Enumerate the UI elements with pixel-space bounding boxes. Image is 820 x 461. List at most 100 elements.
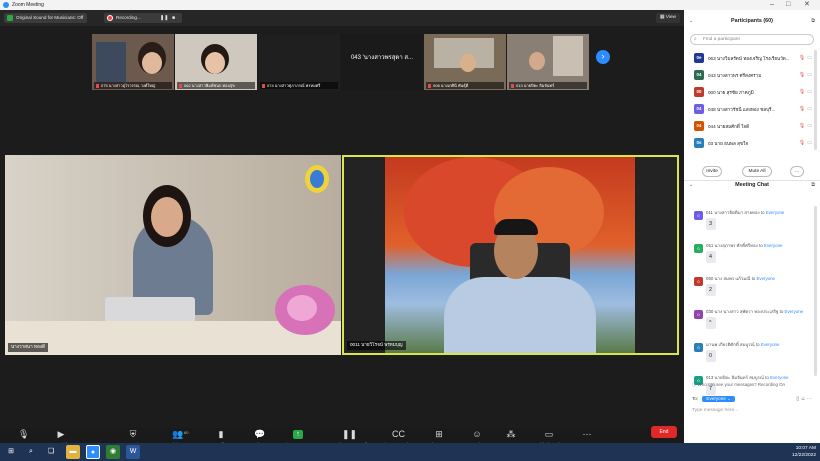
- pause-icon[interactable]: ❚❚: [160, 13, 168, 23]
- recording-indicator: Recording... ❚❚ ■: [104, 13, 182, 23]
- chat-message-list: 0 011 นางสาวจิตติมา สายทอง to Everyone 3…: [684, 206, 820, 404]
- next-page-arrow-icon[interactable]: ›: [596, 50, 610, 64]
- task-view-icon[interactable]: ❏: [44, 445, 58, 459]
- participant-list-scrollbar[interactable]: [814, 50, 817, 150]
- main-video-left: นางวาสนา ทองดี: [5, 155, 341, 355]
- muted-mic-icon: 🎙: [798, 55, 806, 61]
- search-placeholder: Find a participant: [703, 37, 740, 42]
- system-clock[interactable]: 10:07 AM 12/22/2022: [792, 445, 816, 459]
- windows-start-icon[interactable]: ⊞: [4, 445, 18, 459]
- participant-row[interactable]: 04 043 นางสาวพร ศรีสงคราม 🎙 ▭: [684, 67, 820, 84]
- muted-mic-icon: 🎙: [798, 106, 806, 112]
- more-icon[interactable]: ⋯: [807, 396, 812, 402]
- chat-sender: มานพ เกียรติศักดิ์ สมบูรณ์ to Everyone: [706, 342, 780, 347]
- original-sound-toggle[interactable]: Original Sound for Musicians: Off: [4, 13, 88, 23]
- popout-icon[interactable]: ⧉: [811, 14, 815, 28]
- participants-header: ⌄ Participants (60) ⧉: [684, 14, 820, 28]
- participant-search-input[interactable]: ⌕ Find a participant: [690, 34, 814, 45]
- main-video-right: 0011 นายวิโรจน์ พรหมบุญ: [342, 155, 679, 355]
- chat-recipient-row: To: Everyone ⌄: [692, 396, 735, 402]
- zoom-logo-icon: [3, 2, 9, 8]
- recording-label: Recording...: [116, 15, 141, 20]
- chat-input[interactable]: Type message here...: [692, 408, 738, 413]
- file-explorer-icon[interactable]: ▬: [66, 445, 80, 459]
- chat-body: 3: [706, 218, 716, 230]
- participant-name: 008 นางเกศินี พันธุ์ดี: [426, 82, 504, 89]
- shield-icon: ⛨: [129, 429, 137, 439]
- view-label: View: [665, 15, 676, 20]
- minimize-icon[interactable]: –: [770, 0, 774, 10]
- emblem-inner: [310, 170, 324, 188]
- participant-thumbnail[interactable]: 075 นางสาวอุไรวรรณ วงศ์ใหญ่: [92, 34, 174, 90]
- chat-scrollbar[interactable]: [814, 206, 817, 376]
- participant-avatar: 0s: [694, 138, 704, 148]
- file-icon[interactable]: ▯: [796, 396, 799, 402]
- more-options-button[interactable]: ...: [790, 166, 804, 177]
- participant-face: [529, 52, 545, 70]
- chat-title: Meeting Chat: [735, 182, 769, 188]
- muted-mic-icon: [262, 83, 265, 88]
- participant-thumbnail[interactable]: 062 นางสาวพิมพ์ชนก ทองสุข: [175, 34, 257, 90]
- participant-row[interactable]: 04 044 นายสมศักดิ์ ใจดี 🎙 ▭: [684, 118, 820, 135]
- collapse-chevron-icon[interactable]: ⌄: [689, 178, 693, 192]
- participant-thumbnail[interactable]: 008 นางเกศินี พันธุ์ดี: [424, 34, 506, 90]
- end-meeting-button[interactable]: End: [651, 426, 677, 438]
- participant-row[interactable]: 00 000 นาย สุรชัย ภาคภูมิ 🎙 ▭: [684, 84, 820, 101]
- chat-body: ^: [706, 317, 716, 329]
- chat-sender: 011 นางสาวจิตติมา สายทอง to Everyone: [706, 210, 785, 215]
- chat-icon: 💬: [254, 429, 266, 439]
- participant-status: 🎙 ▭: [799, 84, 812, 101]
- participant-name: 013 นายปิยะ ลิมจันทร์: [509, 82, 587, 89]
- meeting-top-bar: Original Sound for Musicians: Off Record…: [0, 10, 684, 26]
- search-icon[interactable]: ⌕: [24, 445, 38, 459]
- muted-mic-icon: 🎙: [798, 72, 806, 78]
- chat-avatar: 0: [694, 277, 703, 286]
- emoji-icon[interactable]: ☺: [801, 396, 806, 402]
- participants-title: Participants (60): [731, 18, 773, 24]
- meeting-area: Original Sound for Musicians: Off Record…: [0, 10, 684, 453]
- participant-name: 075 นางสาวอุไรวรรณ วงศ์ใหญ่: [94, 82, 172, 89]
- participant-face: [460, 54, 476, 72]
- video-off-icon: ▭: [807, 72, 812, 78]
- word-icon[interactable]: W: [126, 445, 140, 459]
- participant-name: 000 นาย สุรชัย ภาคภูมิ: [708, 90, 754, 95]
- participant-thumbnail[interactable]: 013 นายปิยะ ลิมจันทร์: [507, 34, 589, 90]
- close-icon[interactable]: ✕: [804, 0, 810, 10]
- maximize-icon[interactable]: □: [786, 0, 790, 10]
- stop-icon[interactable]: ■: [172, 13, 175, 23]
- breakout-rooms-icon: ⊞: [435, 429, 443, 439]
- recording-icon: ❚❚: [342, 429, 358, 439]
- participant-row[interactable]: 0s 03 นาย ธนพล สุขใจ 🎙 ▭: [684, 135, 820, 152]
- original-sound-label: Original Sound for Musicians: Off: [16, 15, 84, 20]
- participants-icon: 👥: [172, 429, 184, 439]
- participant-row[interactable]: 0e 063 นางวิมลรัตน์ ทองเจริญ โรงเรียนวัด…: [684, 50, 820, 67]
- participant-row[interactable]: 04 048 นางสาวรัชนี แสงทอง ชลบุรี... 🎙 ▭: [684, 101, 820, 118]
- cc-icon: CC: [392, 429, 405, 439]
- invite-button[interactable]: Invite: [702, 166, 722, 177]
- participant-thumbnail[interactable]: 043 'นางสาวพรสุดา ส...: [341, 34, 423, 90]
- main-video-left-name: นางวาสนา ทองดี: [8, 343, 48, 352]
- participant-name: 063 นางวิมลรัตน์ ทองเจริญ โรงเรียนวัด...: [708, 56, 790, 61]
- participant-thumbnail[interactable]: 074 นางสาวศุภาภรณ์ พรหมศรี: [258, 34, 340, 90]
- participant-name: 074 นางสาวศุภาภรณ์ พรหมศรี: [260, 82, 338, 89]
- who-can-see-notice[interactable]: ⓘ Who can see your messages? Recording O…: [692, 382, 785, 388]
- speaker-hair: [494, 219, 538, 235]
- chat-avatar: 0: [694, 310, 703, 319]
- bookshelf-background: [96, 42, 126, 82]
- zoom-taskbar-icon[interactable]: ●: [86, 445, 100, 459]
- mute-all-button[interactable]: Mute All: [742, 166, 772, 177]
- participant-status: 🎙 ▭: [799, 50, 812, 67]
- curtain-background: [553, 36, 583, 76]
- view-button[interactable]: ▦ View: [655, 13, 680, 23]
- participant-name: 03 นาย ธนพล สุขใจ: [708, 141, 749, 146]
- collapse-chevron-icon[interactable]: ⌄: [689, 14, 693, 28]
- chat-header: ⌄ Meeting Chat ⧉: [684, 178, 820, 192]
- chrome-icon[interactable]: ◉: [106, 445, 120, 459]
- presenter-face: [151, 197, 183, 237]
- clock-date: 12/22/2022: [791, 453, 816, 458]
- chat-avatar: 0: [694, 211, 703, 220]
- video-off-icon: ▭: [807, 140, 812, 146]
- recipient-dropdown[interactable]: Everyone ⌄: [702, 396, 735, 402]
- more-icon: ⋯: [582, 429, 592, 439]
- popout-icon[interactable]: ⧉: [811, 178, 815, 192]
